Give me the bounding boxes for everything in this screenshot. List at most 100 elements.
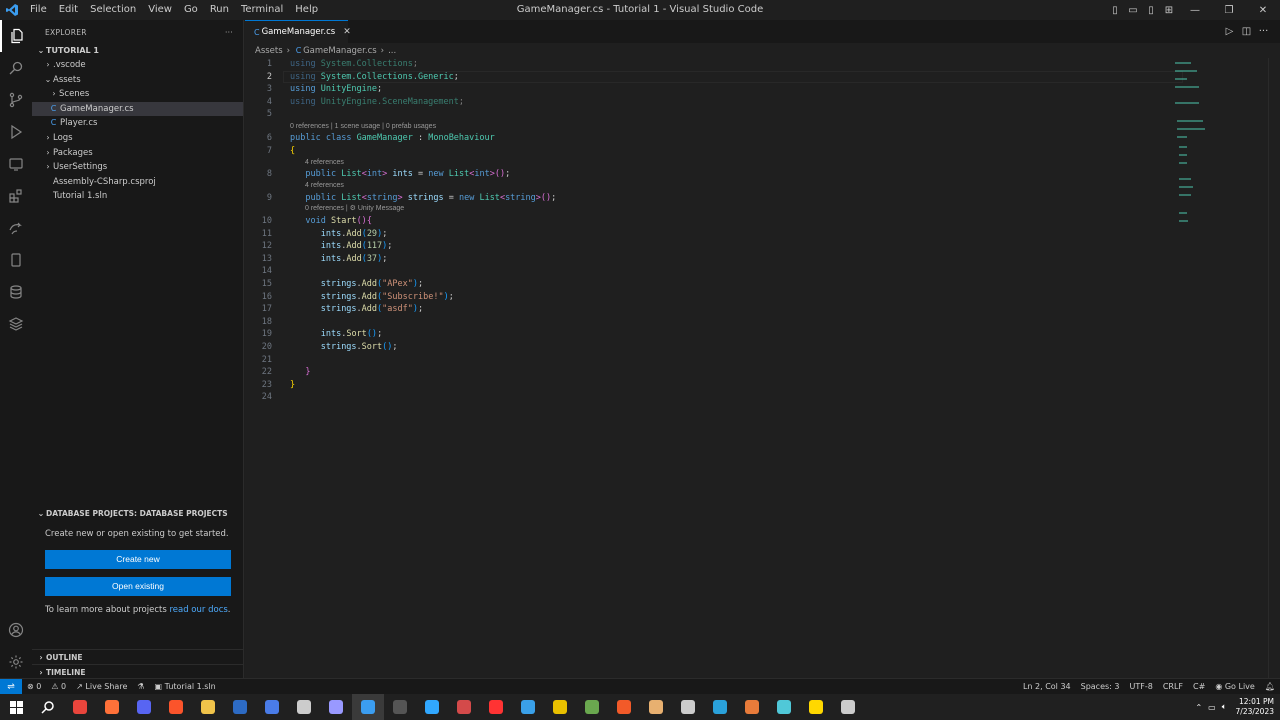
codelens-class[interactable]: 0 references | 1 scene usage | 0 prefab … (290, 121, 436, 132)
minimize-icon[interactable]: — (1178, 5, 1212, 16)
menu-help[interactable]: Help (289, 0, 324, 20)
menu-file[interactable]: File (24, 0, 53, 20)
tree-item-gamemanager[interactable]: C GameManager.cs (32, 101, 243, 117)
app-circle-icon[interactable] (256, 694, 288, 720)
minimap[interactable] (1175, 58, 1255, 298)
run-icon[interactable]: ▷ (1221, 26, 1238, 37)
close-window-icon[interactable]: ✕ (1246, 5, 1280, 16)
app-orange-icon[interactable] (608, 694, 640, 720)
menu-edit[interactable]: Edit (53, 0, 84, 20)
settings-icon[interactable] (672, 694, 704, 720)
app-box-icon[interactable] (640, 694, 672, 720)
app-green-icon[interactable] (576, 694, 608, 720)
tree-item-sln[interactable]: Tutorial 1.sln (32, 189, 243, 204)
restore-icon[interactable]: ❐ (1212, 5, 1246, 16)
line-ending[interactable]: CRLF (1158, 682, 1188, 691)
database-icon[interactable] (0, 276, 32, 308)
tree-item-logs[interactable]: › Logs (32, 131, 243, 146)
discord-icon[interactable] (128, 694, 160, 720)
clock[interactable]: 12:01 PM 7/23/2023 (1230, 697, 1280, 717)
volume-icon[interactable]: 🔈︎ (1219, 702, 1230, 712)
explorer-icon[interactable] (0, 20, 32, 52)
tree-item-vscode[interactable]: › .vscode (32, 58, 243, 73)
tree-item-player[interactable]: C Player.cs (32, 116, 243, 131)
codelens-ints[interactable]: 4 references (305, 157, 344, 168)
tab-gamemanager[interactable]: C GameManager.cs ✕ (245, 20, 351, 43)
device-icon[interactable] (0, 244, 32, 276)
split-editor-icon[interactable]: ◫ (1238, 26, 1255, 37)
remote-explorer-icon[interactable] (0, 148, 32, 180)
breadcrumb-file[interactable]: GameManager.cs (303, 46, 377, 56)
tree-item-packages[interactable]: › Packages (32, 146, 243, 161)
account-icon[interactable] (0, 614, 32, 646)
vscode-icon[interactable] (352, 694, 384, 720)
cursor-position[interactable]: Ln 2, Col 34 (1018, 682, 1076, 691)
language-mode[interactable]: C# (1188, 682, 1210, 691)
notifications-bell-icon[interactable]: 🔔︎ (1260, 682, 1280, 691)
tree-item-csproj[interactable]: Assembly-CSharp.csproj (32, 175, 243, 190)
close-tab-icon[interactable]: ✕ (343, 27, 351, 37)
search-icon[interactable] (0, 52, 32, 84)
menu-view[interactable]: View (142, 0, 178, 20)
illustrator-icon[interactable] (480, 694, 512, 720)
manage-gear-icon[interactable] (0, 646, 32, 678)
toggle-panel-icon[interactable]: ▭ (1124, 5, 1142, 16)
telegram-icon[interactable] (704, 694, 736, 720)
run-debug-icon[interactable] (0, 116, 32, 148)
breadcrumb-assets[interactable]: Assets (255, 46, 283, 56)
solution-status[interactable]: ▣ Tutorial 1.sln (150, 682, 221, 691)
warnings-count[interactable]: ⚠ 0 (46, 682, 71, 691)
live-share-icon[interactable] (0, 212, 32, 244)
codelens-start[interactable]: 0 references | ⚙ Unity Message (305, 203, 404, 214)
app-yellow-icon[interactable] (544, 694, 576, 720)
timeline-section[interactable]: › TIMELINE (32, 664, 244, 679)
windows-start-icon[interactable] (0, 694, 32, 720)
taskbar-search-icon[interactable] (32, 694, 64, 720)
go-live-button[interactable]: ◉ Go Live (1210, 682, 1260, 691)
app-robot-icon[interactable] (832, 694, 864, 720)
indentation[interactable]: Spaces: 3 (1076, 682, 1125, 691)
encoding[interactable]: UTF-8 (1125, 682, 1158, 691)
outline-section[interactable]: › OUTLINE (32, 649, 244, 664)
file-explorer-icon[interactable] (192, 694, 224, 720)
explorer-more-icon[interactable]: ··· (225, 28, 233, 37)
create-new-button[interactable]: Create new (45, 550, 231, 569)
tree-item-assets[interactable]: ⌄ Assets (32, 73, 243, 88)
database-projects-header[interactable]: ⌄ DATABASE PROJECTS: DATABASE PROJECTS (32, 506, 244, 522)
editor-scrollbar[interactable] (1268, 58, 1280, 678)
davinci-icon[interactable] (448, 694, 480, 720)
sticky-notes-icon[interactable] (800, 694, 832, 720)
edge-icon[interactable] (512, 694, 544, 720)
menu-go[interactable]: Go (178, 0, 204, 20)
photoshop-icon[interactable] (416, 694, 448, 720)
errors-count[interactable]: ⊗ 0 (22, 682, 46, 691)
source-control-icon[interactable] (0, 84, 32, 116)
firefox-icon[interactable] (96, 694, 128, 720)
unity-icon[interactable] (288, 694, 320, 720)
network-icon[interactable]: ▭ (1205, 703, 1219, 712)
menu-run[interactable]: Run (204, 0, 235, 20)
open-existing-button[interactable]: Open existing (45, 577, 231, 596)
powershell-icon[interactable] (224, 694, 256, 720)
tree-item-scenes[interactable]: › Scenes (32, 87, 243, 102)
app-cube-icon[interactable] (768, 694, 800, 720)
menu-terminal[interactable]: Terminal (235, 0, 289, 20)
extensions-icon[interactable] (0, 180, 32, 212)
chrome-icon[interactable] (64, 694, 96, 720)
toggle-secondary-sidebar-icon[interactable]: ▯ (1142, 5, 1160, 16)
remote-indicator-icon[interactable]: ⇌ (0, 678, 22, 695)
live-share-status[interactable]: ↗ Live Share (71, 682, 132, 691)
breadcrumb-more[interactable]: ... (388, 46, 396, 56)
tray-chevron-icon[interactable]: ⌃ (1192, 703, 1205, 712)
tree-item-usersettings[interactable]: › UserSettings (32, 160, 243, 175)
flask-icon[interactable]: ⚗ (132, 682, 149, 691)
app-ring-icon[interactable] (736, 694, 768, 720)
workspace-root[interactable]: ⌄ TUTORIAL 1 (32, 44, 243, 58)
menu-selection[interactable]: Selection (84, 0, 142, 20)
obs-icon[interactable] (384, 694, 416, 720)
layers-icon[interactable] (0, 308, 32, 340)
read-docs-link[interactable]: read our docs (169, 605, 227, 615)
more-actions-icon[interactable]: ··· (1255, 26, 1272, 37)
customize-layout-icon[interactable]: ⊞ (1160, 5, 1178, 16)
premiere-icon[interactable] (320, 694, 352, 720)
